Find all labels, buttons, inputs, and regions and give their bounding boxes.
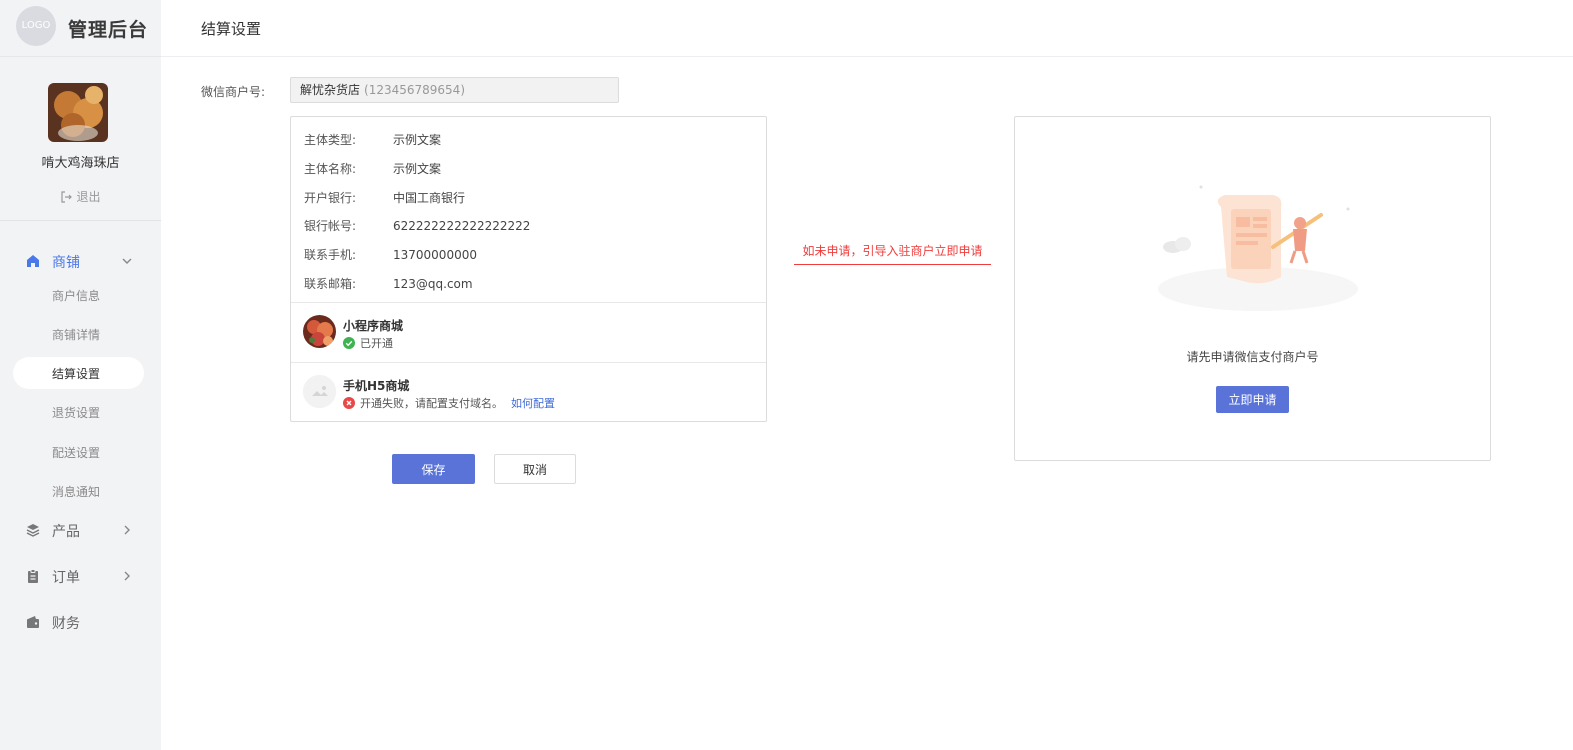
card-divider <box>291 302 766 303</box>
save-button[interactable]: 保存 <box>392 454 475 484</box>
wallet-icon <box>27 616 39 628</box>
nav-shop-label: 商铺 <box>52 255 80 271</box>
logout-icon <box>61 191 73 203</box>
image-placeholder-icon <box>303 375 336 408</box>
nav-product[interactable]: 产品 <box>0 515 161 545</box>
merchant-info-card: 主体类型: 示例文案 主体名称: 示例文案 开户银行: 中国工商银行 银行帐号: 622… <box>290 116 767 422</box>
sidebar-item-label: 商铺详情 <box>52 328 101 342</box>
info-row-account: 银行帐号: 622222222222222222 <box>304 217 530 234</box>
info-row-entity-type: 主体类型: 示例文案 <box>304 131 441 148</box>
sidebar-item-label: 配送设置 <box>52 446 101 460</box>
card-divider <box>291 362 766 363</box>
mini-program-status-text: 已开通 <box>360 337 393 350</box>
sidebar-item-merchant-info[interactable]: 商户信息 <box>13 279 144 311</box>
error-circle-icon <box>343 397 355 409</box>
nav-order-label: 订单 <box>52 570 80 586</box>
info-row-email: 联系邮箱: 123@qq.com <box>304 275 473 292</box>
sidebar-item-shop-details[interactable]: 商铺详情 <box>13 318 144 350</box>
page-title: 结算设置 <box>201 20 262 38</box>
store-avatar <box>48 83 108 142</box>
info-label: 联系手机: <box>304 248 357 262</box>
chevron-right-icon <box>124 571 130 581</box>
nav-product-label: 产品 <box>52 524 80 540</box>
merchant-id: (123456789654) <box>364 83 465 97</box>
apply-now-button[interactable]: 立即申请 <box>1216 386 1289 413</box>
chevron-right-icon <box>124 525 130 535</box>
how-to-configure-link[interactable]: 如何配置 <box>511 397 555 410</box>
info-value: 13700000000 <box>393 248 477 262</box>
apply-card: 请先申请微信支付商户号 立即申请 <box>1014 116 1491 461</box>
nav-finance-label: 财务 <box>52 616 80 632</box>
chevron-down-icon <box>122 258 132 264</box>
store-name: 啃大鸡海珠店 <box>41 156 120 171</box>
layers-icon <box>26 524 40 537</box>
info-row-entity-name: 主体名称: 示例文案 <box>304 160 441 177</box>
top-bar: 结算设置 <box>161 0 1573 57</box>
logo: LOGO <box>16 6 56 46</box>
info-row-bank: 开户银行: 中国工商银行 <box>304 189 465 206</box>
sidebar-item-label: 消息通知 <box>52 485 101 499</box>
info-value: 示例文案 <box>393 162 442 176</box>
brand-header: LOGO 管理后台 <box>0 0 161 57</box>
app-title: 管理后台 <box>68 19 149 41</box>
sidebar-divider <box>0 220 161 221</box>
mini-program-name: 小程序商城 <box>343 319 404 333</box>
logout-label: 退出 <box>76 190 101 204</box>
cancel-button[interactable]: 取消 <box>494 454 576 484</box>
info-value: 622222222222222222 <box>393 219 531 233</box>
info-value: 中国工商银行 <box>393 191 466 205</box>
nav-shop[interactable]: 商铺 <box>0 246 161 276</box>
annotation-note: 如未申请，引导入驻商户立即申请 <box>794 242 991 265</box>
h5-shop-status: 开通失败，请配置支付域名。 如何配置 <box>343 395 555 411</box>
mini-program-status: 已开通 <box>343 335 393 351</box>
sidebar: LOGO 管理后台 啃大鸡海珠店 退出 商铺 商户信息 商铺详情 结算设置 退货… <box>0 0 161 750</box>
h5-shop-avatar <box>303 375 336 408</box>
sidebar-item-delivery-settings[interactable]: 配送设置 <box>13 436 144 468</box>
info-label: 主体名称: <box>304 162 357 176</box>
merchant-name: 解忧杂货店 <box>300 83 361 97</box>
info-value: 123@qq.com <box>393 277 473 291</box>
nav-finance[interactable]: 财务 <box>0 607 161 637</box>
info-label: 主体类型: <box>304 133 357 147</box>
sidebar-item-label: 退货设置 <box>52 406 101 420</box>
sidebar-item-return-settings[interactable]: 退货设置 <box>13 396 144 428</box>
check-circle-icon <box>343 337 355 349</box>
merchant-number-field[interactable]: 解忧杂货店 (123456789654) <box>290 77 619 103</box>
sidebar-item-settlement[interactable]: 结算设置 <box>13 357 144 389</box>
sidebar-item-label: 结算设置 <box>52 367 101 381</box>
sidebar-item-notifications[interactable]: 消息通知 <box>13 475 144 507</box>
info-label: 银行帐号: <box>304 219 357 233</box>
h5-shop-status-text: 开通失败，请配置支付域名。 <box>360 397 503 410</box>
h5-shop-name: 手机H5商城 <box>343 379 410 393</box>
info-value: 示例文案 <box>393 133 442 147</box>
info-label: 开户银行: <box>304 191 357 205</box>
merchant-number-label: 微信商户号: <box>201 85 266 99</box>
mini-program-avatar <box>303 315 336 348</box>
info-row-phone: 联系手机: 13700000000 <box>304 246 477 263</box>
info-label: 联系邮箱: <box>304 277 357 291</box>
empty-state-illustration <box>1158 185 1358 311</box>
clipboard-icon <box>28 569 38 583</box>
apply-prompt: 请先申请微信支付商户号 <box>1186 350 1319 364</box>
sidebar-item-label: 商户信息 <box>52 289 101 303</box>
home-icon <box>27 255 39 267</box>
logout-button[interactable]: 退出 <box>0 188 161 205</box>
nav-order[interactable]: 订单 <box>0 561 161 591</box>
